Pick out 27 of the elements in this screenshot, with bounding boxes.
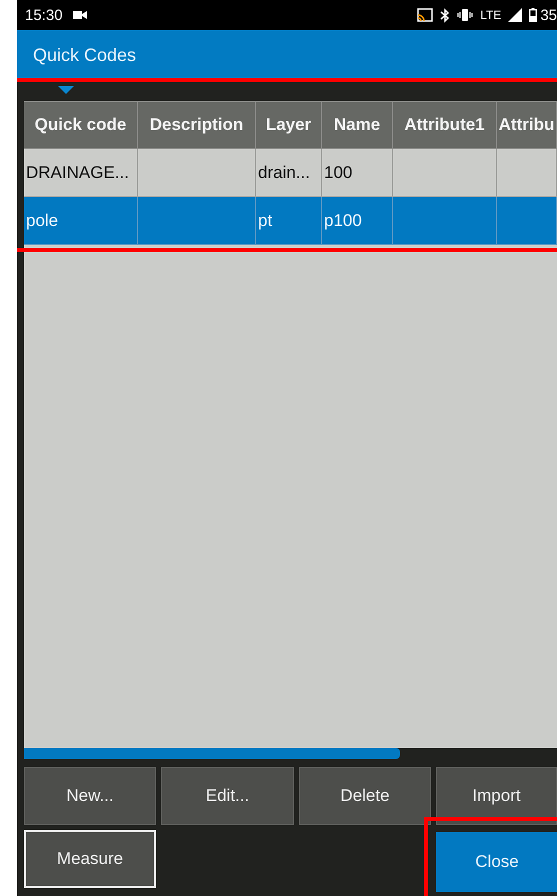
table-cell: p100 xyxy=(322,197,393,245)
column-header[interactable]: Description xyxy=(138,101,256,149)
table-cell: pt xyxy=(256,197,322,245)
battery-level: 35 xyxy=(540,6,557,24)
action-button[interactable]: Edit... xyxy=(161,767,294,825)
bluetooth-icon xyxy=(440,8,450,22)
selected-row[interactable]: pole pt p100 xyxy=(24,197,557,245)
action-button[interactable]: Measure xyxy=(24,830,156,888)
battery-icon xyxy=(529,8,538,22)
column-header[interactable]: Attribu xyxy=(497,101,557,149)
clock-time: 15:30 xyxy=(25,6,63,24)
vibrate-icon xyxy=(457,9,474,21)
table-cell: pole xyxy=(24,197,138,245)
network-type: LTE xyxy=(480,8,502,22)
column-header[interactable]: Attribute1 xyxy=(393,101,497,149)
action-button[interactable]: Close xyxy=(436,832,557,892)
action-button[interactable]: New... xyxy=(24,767,156,825)
signal-icon xyxy=(508,8,522,22)
column-header[interactable]: Layer xyxy=(256,101,322,149)
column-header[interactable]: Quick code xyxy=(24,101,138,149)
action-button[interactable]: Delete xyxy=(299,767,431,825)
app-title: Quick Codes xyxy=(33,44,136,66)
horizontal-scrollbar[interactable] xyxy=(24,748,557,762)
action-button[interactable]: Import xyxy=(436,767,557,825)
column-header[interactable]: Name xyxy=(322,101,393,149)
video-camera-icon xyxy=(72,10,87,20)
cast-icon xyxy=(417,8,434,22)
